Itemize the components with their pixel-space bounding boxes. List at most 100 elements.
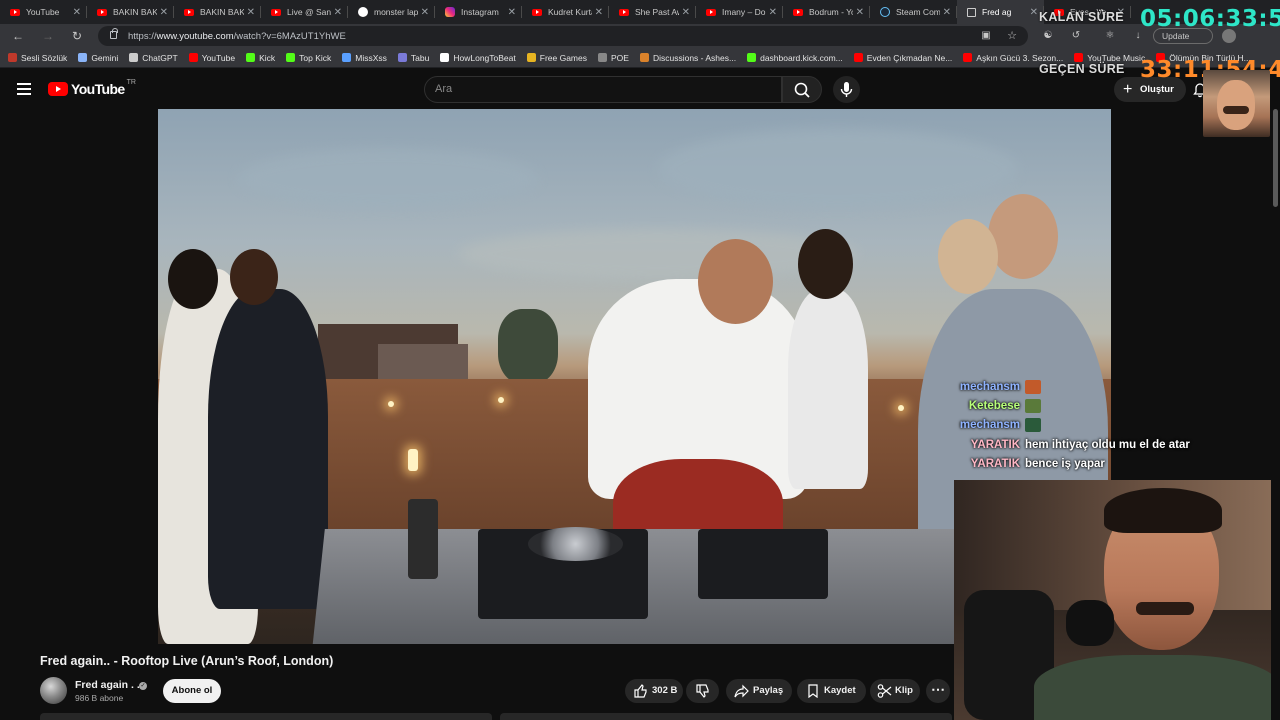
youtube-logo[interactable]: YouTube TR bbox=[48, 79, 136, 97]
close-tab-icon[interactable]: ✕ bbox=[508, 7, 516, 18]
search-input[interactable] bbox=[435, 83, 765, 95]
more-actions-button[interactable]: ⋯ bbox=[926, 679, 950, 703]
chat-username: YARATIK bbox=[970, 457, 1020, 470]
close-tab-icon[interactable]: ✕ bbox=[334, 7, 342, 18]
search-button[interactable] bbox=[782, 76, 822, 103]
install-icon[interactable]: ▣ bbox=[978, 28, 994, 44]
bookmark-favicon-icon bbox=[8, 53, 17, 62]
bookmark-label: POE bbox=[611, 52, 629, 63]
back-button[interactable]: ← bbox=[10, 28, 26, 44]
bookmark-item[interactable]: Top Kick bbox=[286, 53, 331, 63]
country-code: TR bbox=[126, 79, 136, 86]
bookmark-label: Tabu bbox=[410, 52, 430, 63]
close-tab-icon[interactable]: ✕ bbox=[856, 7, 864, 18]
bookmark-favicon-icon bbox=[440, 53, 450, 62]
share-button[interactable]: Paylaş bbox=[726, 679, 792, 703]
bookmark-item[interactable]: Kick bbox=[246, 53, 275, 63]
streamer-webcam bbox=[954, 480, 1280, 720]
description-box[interactable] bbox=[40, 713, 492, 720]
reload-button[interactable]: ↻ bbox=[69, 28, 85, 44]
bookmark-label: YouTube bbox=[201, 52, 236, 63]
forward-button[interactable]: → bbox=[40, 28, 56, 44]
youtube-icon bbox=[10, 8, 20, 16]
subscriber-count: 986 B abone bbox=[75, 693, 124, 703]
bookmark-item[interactable]: Sesli Sözlük bbox=[8, 53, 67, 63]
bookmark-star-icon[interactable]: ☆ bbox=[1004, 28, 1020, 44]
bookmark-item[interactable]: HowLongToBeat bbox=[440, 53, 516, 63]
bookmark-icon bbox=[808, 684, 818, 698]
browser-tab[interactable]: BAKIN BAKIN✕ bbox=[87, 0, 174, 24]
bookmark-favicon-icon bbox=[286, 53, 296, 62]
remaining-time: 05:06:33:55 bbox=[1140, 6, 1280, 32]
bookmark-item[interactable]: YouTube bbox=[188, 52, 236, 63]
remaining-label: KALAN SÜRE bbox=[1039, 10, 1124, 24]
bookmark-label: Discussions - Ashes... bbox=[652, 52, 737, 63]
dislike-button[interactable] bbox=[686, 679, 719, 703]
browser-tab[interactable]: Steam Comm✕ bbox=[870, 0, 957, 24]
address-bar[interactable]: https://www.youtube.com/watch?v=6MAzUT1Y… bbox=[98, 26, 1028, 46]
bookmark-item[interactable]: Evden Çıkmadan Ne... bbox=[853, 52, 953, 63]
bookmark-item[interactable]: ChatGPT bbox=[129, 53, 178, 63]
create-label: Oluştur bbox=[1140, 84, 1174, 95]
browser-tab[interactable]: Bodrum - Yo ✕ bbox=[783, 0, 870, 24]
bookmark-favicon-icon bbox=[246, 53, 256, 62]
bookmark-item[interactable]: POE bbox=[598, 53, 629, 63]
browser-tab[interactable]: Live @ Santa✕ bbox=[261, 0, 348, 24]
youtube-icon bbox=[619, 8, 629, 16]
close-tab-icon[interactable]: ✕ bbox=[247, 7, 255, 18]
tab-label: Instagram bbox=[461, 7, 499, 17]
close-tab-icon[interactable]: ✕ bbox=[421, 7, 429, 18]
close-tab-icon[interactable]: ✕ bbox=[682, 7, 690, 18]
bookmark-item[interactable]: MissXss bbox=[342, 53, 387, 63]
youtube-icon bbox=[97, 8, 107, 16]
microphone-icon bbox=[1066, 600, 1114, 646]
video-title: Fred again.. - Rooftop Live (Arun’s Roof… bbox=[40, 654, 334, 668]
youtube-icon bbox=[793, 8, 803, 16]
bookmark-label: Evden Çıkmadan Ne... bbox=[866, 52, 953, 63]
clip-label: Klip bbox=[895, 685, 913, 696]
chat-message: mechansm bbox=[950, 377, 1280, 396]
bookmark-favicon-icon bbox=[188, 53, 198, 62]
comments-box[interactable] bbox=[500, 713, 952, 720]
youtube-icon bbox=[271, 8, 281, 16]
bookmark-item[interactable]: dashboard.kick.com... bbox=[747, 53, 843, 63]
browser-tab[interactable]: BAKIN BAKIN✕ bbox=[174, 0, 261, 24]
browser-tab[interactable]: Instagram ✕ bbox=[435, 0, 522, 24]
bookmark-label: Top Kick bbox=[299, 52, 332, 63]
browser-tab[interactable]: Kudret Kurta ✕ bbox=[522, 0, 609, 24]
voice-search-button[interactable] bbox=[833, 76, 860, 103]
bookmark-item[interactable]: Tabu bbox=[397, 52, 430, 63]
tab-label: BAKIN BAKIN bbox=[113, 7, 157, 17]
bookmark-item[interactable]: Discussions - Ashes... bbox=[639, 52, 737, 63]
search-box[interactable] bbox=[424, 76, 782, 103]
close-tab-icon[interactable]: ✕ bbox=[943, 7, 951, 18]
page-scrollbar[interactable] bbox=[1271, 109, 1280, 720]
close-tab-icon[interactable]: ✕ bbox=[769, 7, 777, 18]
browser-tab[interactable]: She Past Awa✕ bbox=[609, 0, 696, 24]
elapsed-label: GEÇEN SÜRE bbox=[1039, 62, 1125, 76]
like-button[interactable]: 302 B bbox=[625, 679, 683, 703]
menu-icon[interactable] bbox=[17, 83, 31, 95]
close-tab-icon[interactable]: ✕ bbox=[73, 7, 81, 18]
close-tab-icon[interactable]: ✕ bbox=[595, 7, 603, 18]
tab-label: Live @ Santa bbox=[287, 7, 331, 17]
channel-name[interactable]: Fred again . . bbox=[75, 679, 140, 691]
clip-button[interactable]: Klip bbox=[870, 679, 920, 703]
bookmark-item[interactable]: Gemini bbox=[78, 53, 118, 63]
save-button[interactable]: Kaydet bbox=[797, 679, 866, 703]
subscribe-button[interactable]: Abone ol bbox=[163, 679, 221, 703]
lock-icon bbox=[110, 28, 118, 39]
scrollbar-thumb[interactable] bbox=[1273, 109, 1278, 207]
browser-tab[interactable]: YouTube ✕ bbox=[0, 0, 87, 24]
bookmark-item[interactable]: Free Games bbox=[526, 53, 587, 63]
browser-tab[interactable]: Imany – Don ✕ bbox=[696, 0, 783, 24]
bookmark-favicon-icon bbox=[342, 53, 352, 62]
browser-tab[interactable]: monster lapt ✕ bbox=[348, 0, 435, 24]
close-tab-icon[interactable]: ✕ bbox=[160, 7, 168, 18]
thumbs-up-icon bbox=[634, 684, 647, 698]
youtube-play-icon bbox=[48, 82, 68, 96]
youtube-icon bbox=[532, 8, 542, 16]
tab-label: Steam Comm bbox=[896, 7, 940, 17]
channel-avatar[interactable] bbox=[40, 677, 67, 704]
browser-tab[interactable]: Fred ag ✕ bbox=[957, 0, 1044, 24]
